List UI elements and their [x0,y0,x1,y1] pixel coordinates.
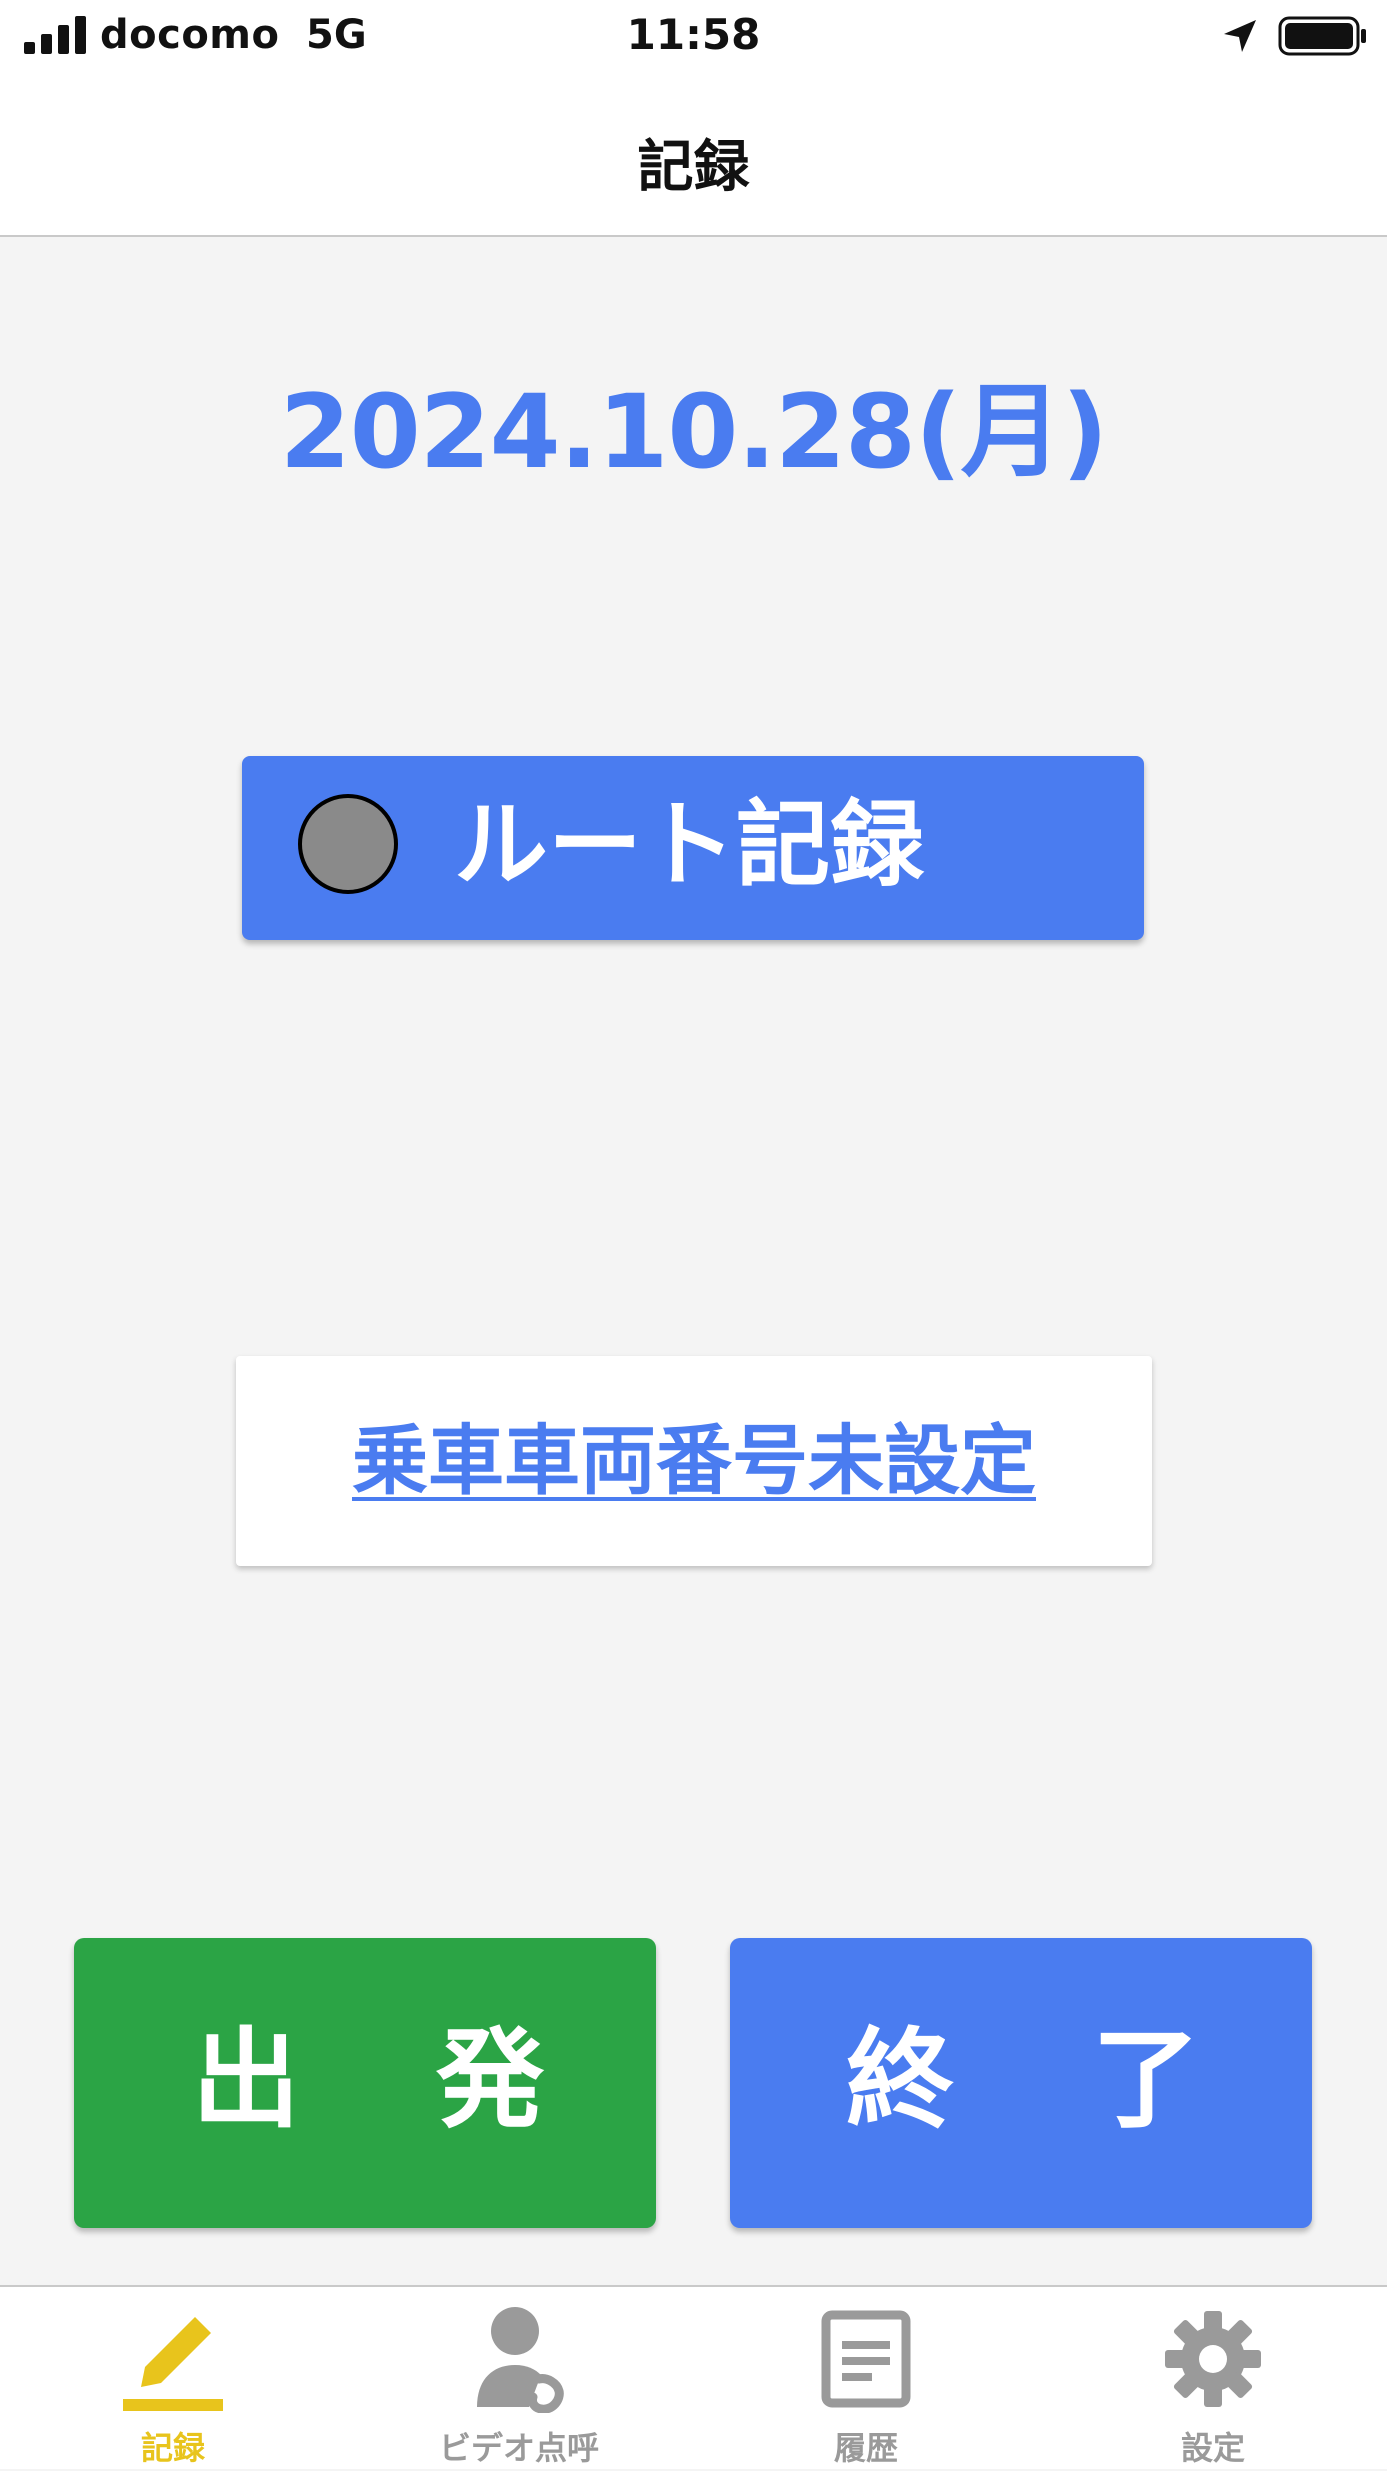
tab-label: ビデオ点呼 [438,2429,599,2467]
tab-history[interactable]: 履歴 [693,2287,1039,2471]
finish-label-char: 終 [846,2018,955,2143]
depart-label-char: 出 [192,2018,301,2143]
nav-header: 記録 [0,72,1387,237]
depart-button[interactable]: 出 発 [74,1938,656,2228]
battery-icon [1278,16,1366,56]
tab-label: 履歴 [833,2429,898,2467]
recording-status-indicator [298,794,398,894]
current-date: 2024.10.28(月) [279,373,1109,492]
route-record-button[interactable]: ルート記録 [242,756,1144,940]
tab-settings[interactable]: 設定 [1040,2287,1386,2471]
person-phone-icon [477,2307,564,2413]
depart-label-char: 発 [436,2018,545,2143]
location-arrow-icon [1224,20,1256,52]
finish-label-char: 了 [1092,2018,1201,2143]
document-icon [821,2310,911,2408]
tab-bar: 記録 ビデオ点呼 履歴 設定 [0,2285,1387,2469]
tab-label: 設定 [1180,2429,1245,2467]
pencil-icon [123,2317,223,2411]
tab-video-rollcall[interactable]: ビデオ点呼 [346,2287,692,2471]
gear-icon [1165,2311,1261,2407]
finish-button[interactable]: 終 了 [730,1938,1312,2228]
tab-label: 記録 [140,2429,205,2467]
vehicle-number-card: 乗車車両番号未設定 [236,1356,1152,1566]
vehicle-number-link[interactable]: 乗車車両番号未設定 [236,1416,1152,1506]
route-record-label: ルート記録 [454,791,925,900]
status-bar: docomo 5G 11:58 [0,0,1387,72]
status-time: 11:58 [626,10,761,59]
tab-record[interactable]: 記録 [0,2287,346,2471]
page-title: 記録 [637,135,750,200]
